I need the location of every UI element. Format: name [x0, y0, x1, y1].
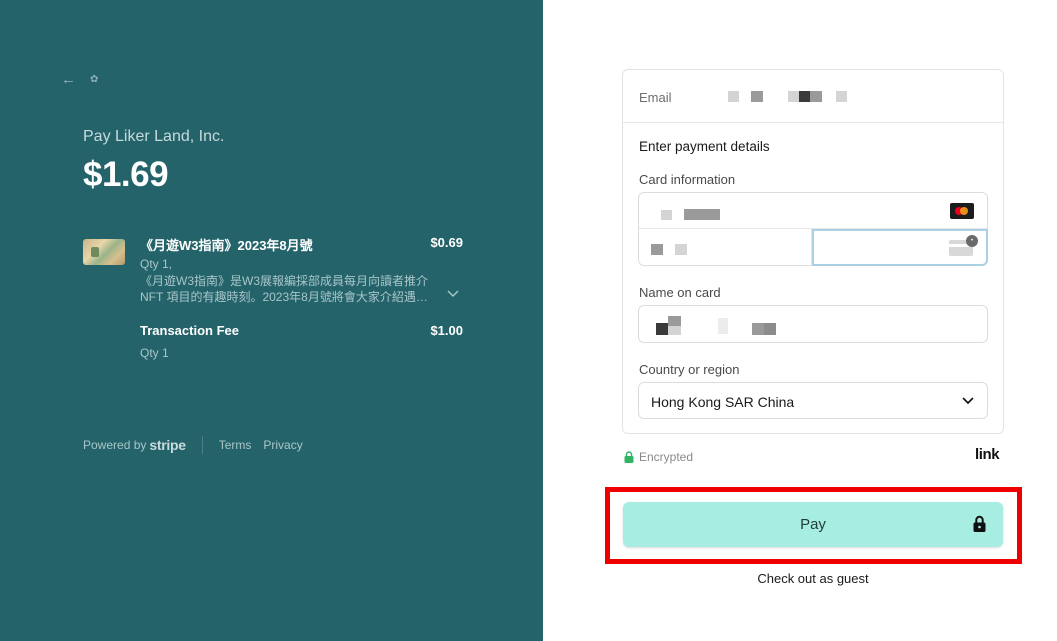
payment-details-title: Enter payment details [639, 139, 770, 154]
description-line: NFT 項目的有趣時刻。2023年8月號將會大家介紹遇到... [140, 290, 435, 304]
fee-item-qty: Qty 1 [140, 346, 169, 360]
footer: Powered by stripe Terms Privacy [83, 436, 315, 454]
link-logo: link [975, 446, 1000, 463]
name-on-card-input[interactable] [638, 305, 988, 343]
order-summary-panel: ← ✿ Pay Liker Land, Inc. $1.69 《月遊W3指南》2… [0, 0, 543, 641]
chevron-down-icon[interactable] [446, 288, 460, 300]
redacted-email-block [788, 91, 799, 102]
redacted-name [656, 323, 668, 335]
redacted-email-block [751, 91, 763, 102]
redacted-name [668, 326, 681, 335]
redacted-name [752, 323, 764, 335]
redacted-email-block [728, 91, 739, 102]
email-label: Email [639, 90, 672, 105]
encrypted-notice: Encrypted [623, 450, 693, 464]
redacted-name [718, 318, 728, 334]
email-row[interactable]: Email [623, 70, 1003, 123]
pay-button-label: Pay [800, 516, 826, 533]
redacted-email-block [810, 91, 822, 102]
redacted-name [668, 316, 681, 326]
country-selected-value: Hong Kong SAR China [651, 394, 795, 410]
card-number-input[interactable] [639, 193, 987, 229]
chevron-down-icon [962, 397, 974, 405]
line-item-description: 《月遊W3指南》是W3展報編採部成員每月向讀者推介 NFT 項目的有趣時刻。20… [140, 273, 435, 305]
country-region-label: Country or region [639, 362, 740, 377]
name-on-card-label: Name on card [639, 285, 721, 300]
redacted-email-block [836, 91, 847, 102]
line-item-qty: Qty 1, [140, 257, 173, 271]
terms-link[interactable]: Terms [219, 438, 252, 452]
redacted-expiry [675, 244, 687, 255]
pay-button[interactable]: Pay [623, 502, 1003, 547]
powered-by-text: Powered by [83, 438, 147, 452]
total-amount: $1.69 [83, 155, 169, 194]
stripe-logo: stripe [149, 437, 186, 453]
card-information-group: • [638, 192, 988, 266]
encrypted-label: Encrypted [639, 450, 694, 464]
redacted-email-block [799, 91, 810, 102]
card-expiry-input[interactable] [639, 229, 812, 266]
mastercard-icon [950, 203, 974, 219]
redacted-expiry [651, 244, 663, 255]
lock-icon [624, 451, 634, 463]
guest-checkout-link[interactable]: Check out as guest [623, 571, 1003, 586]
powered-by-stripe-link[interactable]: Powered by stripe [83, 437, 186, 453]
item-thumbnail [83, 239, 125, 265]
fee-item-price: $1.00 [430, 323, 463, 338]
back-arrow-icon[interactable]: ← [61, 72, 77, 88]
cvc-card-icon: • [949, 235, 978, 256]
redacted-name [764, 323, 776, 335]
line-item-name: 《月遊W3指南》2023年8月號 [140, 238, 313, 253]
redacted-card-number [684, 209, 720, 220]
privacy-link[interactable]: Privacy [263, 438, 302, 452]
card-cvc-input[interactable]: • [812, 229, 988, 266]
fee-item-name: Transaction Fee [140, 323, 239, 338]
merchant-logo-icon: ✿ [90, 74, 99, 85]
cvc-badge-icon: • [966, 235, 978, 247]
merchant-name: Pay Liker Land, Inc. [83, 128, 225, 145]
country-select[interactable]: Hong Kong SAR China [638, 382, 988, 419]
description-line: 《月遊W3指南》是W3展報編採部成員每月向讀者推介 [140, 274, 429, 288]
footer-divider [201, 436, 203, 454]
redacted-card-number [661, 210, 672, 220]
lock-icon [973, 515, 986, 532]
line-item-price: $0.69 [430, 235, 463, 250]
card-information-label: Card information [639, 172, 736, 187]
